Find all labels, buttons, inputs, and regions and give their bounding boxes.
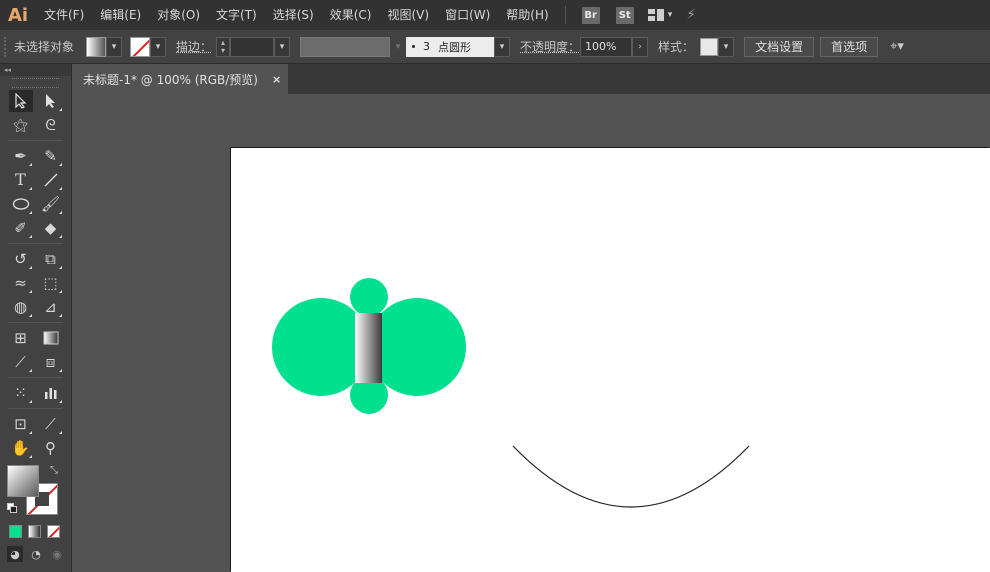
brush-definition-field[interactable]: 3 点圆形 [406,36,495,57]
selection-status: 未选择对象 [14,40,75,54]
swap-fill-stroke-icon[interactable]: ⤡ [50,465,58,476]
ellipse-tool-icon[interactable] [9,193,33,215]
collapse-panel-icon[interactable]: ◂◂ [4,66,11,74]
brush-dropdown[interactable]: ▾ [494,36,511,57]
chevron-down-icon: ▾ [667,10,673,20]
rotate-tool-icon[interactable]: ↺ [9,248,33,270]
brush-name: 点圆形 [438,40,472,54]
menu-divider [564,6,566,24]
stroke-weight-spinner[interactable]: ▴ ▾ [216,36,231,57]
tools-panel-header: ◂◂ [0,64,71,76]
menu-type[interactable]: 文字(T) [208,0,265,30]
artwork-layer [272,278,750,508]
menu-view[interactable]: 视图(V) [379,0,437,30]
transform-options-icon[interactable]: ⌖▾ [890,39,904,54]
control-bar: 未选择对象 ▾ ▾ 描边： ▴ ▾ ▾ ▾ 3 点圆形 ▾ 不透明度： 100% … [0,30,990,64]
stroke-weight-label[interactable]: 描边： [176,38,212,55]
pen-tool-icon[interactable]: ✒ [9,145,33,167]
lasso-tool-icon[interactable]: ᘓ [39,114,63,136]
paintbrush-tool-icon[interactable]: 🖌 [39,193,63,215]
grid-layout-icon [647,9,664,21]
profile-dropdown[interactable]: ▾ [390,36,407,57]
mesh-tool-icon[interactable]: ⊞ [9,327,33,349]
opacity-label[interactable]: 不透明度： [520,38,580,55]
gradient-tool-icon[interactable] [39,327,63,349]
fill-color-swatch[interactable] [86,36,107,57]
zoom-tool-icon[interactable]: ⚲ [39,437,63,459]
preferences-button[interactable]: 首选项 [820,36,879,57]
menu-edit[interactable]: 编辑(E) [92,0,149,30]
magic-wand-tool-icon[interactable]: ⚝ [9,114,33,136]
opacity-input[interactable]: 100% [580,36,633,57]
fill-swatch[interactable] [7,465,39,497]
stroke-color-swatch[interactable] [130,36,151,57]
menu-select[interactable]: 选择(S) [265,0,322,30]
top-small-circle[interactable] [350,278,388,316]
tools-panel: ◂◂ ⚝ ᘓ ✒ ✎ T 🖌 ✐ ◆ ↺ ⧉ ≈ ⬚ ◍ ⊿ ⊞ ⟋ ⧈ ⁙ ⊡… [0,64,72,572]
butterfly-shape[interactable] [272,278,466,414]
menu-file[interactable]: 文件(F) [36,0,92,30]
close-icon[interactable]: × [272,73,281,86]
gpu-performance-icon[interactable]: ⚡ [686,7,696,23]
artboard[interactable] [231,148,990,572]
opacity-arrow-button[interactable]: › [632,36,649,57]
eyedropper-tool-icon[interactable]: ⟋ [9,351,33,373]
hand-tool-icon[interactable]: ✋ [9,437,33,459]
menu-effect[interactable]: 效果(C) [322,0,380,30]
stroke-weight-input[interactable] [230,36,275,57]
column-graph-tool-icon[interactable] [39,382,63,404]
graphic-style-swatch[interactable] [700,37,719,56]
dot-brush-icon [412,45,416,48]
stock-button[interactable]: St [615,6,634,24]
width-tool-icon[interactable]: ≈ [9,272,33,294]
variable-width-profile[interactable] [300,36,391,57]
type-tool-icon[interactable]: T [9,169,33,191]
scale-tool-icon[interactable]: ⧉ [39,248,63,270]
menu-help[interactable]: 帮助(H) [498,0,556,30]
document-tab-title: 未标题-1* @ 100% (RGB/预览) [83,72,258,87]
blend-tool-icon[interactable]: ⧈ [39,351,63,373]
document-setup-button[interactable]: 文档设置 [744,36,815,57]
shaper-tool-icon[interactable]: ✐ [9,217,33,239]
eraser-tool-icon[interactable]: ◆ [39,217,63,239]
style-dropdown[interactable]: ▾ [718,36,735,57]
arrange-documents-button[interactable]: ▾ [647,9,673,21]
style-label: 样式： [658,40,695,54]
menu-object[interactable]: 对象(O) [149,0,208,30]
symbol-sprayer-tool-icon[interactable]: ⁙ [9,382,33,404]
brush-size: 3 [423,40,431,53]
slice-tool-icon[interactable]: ⟋ [39,413,63,435]
canvas-workspace[interactable] [73,94,990,572]
line-segment-tool-icon[interactable] [39,169,63,191]
draw-behind-icon[interactable]: ◔ [28,546,44,562]
color-mode-button[interactable] [9,525,22,538]
artboard-tool-icon[interactable]: ⊡ [9,413,33,435]
draw-normal-icon[interactable]: ◕ [7,546,23,562]
default-fill-stroke-icon[interactable] [7,503,17,513]
fill-stroke-widget: ⤡ [0,463,71,521]
none-mode-button[interactable] [47,525,60,538]
menu-bar: Ai 文件(F) 编辑(E) 对象(O) 文字(T) 选择(S) 效果(C) 视… [0,0,990,30]
stroke-weight-dropdown[interactable]: ▾ [274,36,291,57]
gradient-mode-button[interactable] [28,525,41,538]
perspective-grid-tool-icon[interactable]: ⊿ [39,296,63,318]
bridge-button[interactable]: Br [581,6,600,24]
free-transform-tool-icon[interactable]: ⬚ [39,272,63,294]
fill-dropdown-button[interactable]: ▾ [106,36,123,57]
shape-builder-tool-icon[interactable]: ◍ [9,296,33,318]
document-tab[interactable]: 未标题-1* @ 100% (RGB/预览) × [73,64,288,94]
stroke-dropdown-button[interactable]: ▾ [150,36,167,57]
document-tab-bar: 未标题-1* @ 100% (RGB/预览) × [73,64,990,94]
selection-tool-icon[interactable] [8,90,33,112]
direct-selection-tool-icon[interactable] [39,90,63,112]
curvature-tool-icon[interactable]: ✎ [39,145,63,167]
smile-arc-path[interactable] [512,445,750,508]
app-logo: Ai [7,4,29,26]
right-wing-circle[interactable] [368,298,466,396]
tools-panel-grip[interactable] [12,78,59,88]
gradient-body-rect[interactable] [355,313,382,383]
panel-grip[interactable] [4,36,10,57]
menu-window[interactable]: 窗口(W) [437,0,498,30]
draw-inside-icon[interactable]: ◉ [49,546,65,562]
